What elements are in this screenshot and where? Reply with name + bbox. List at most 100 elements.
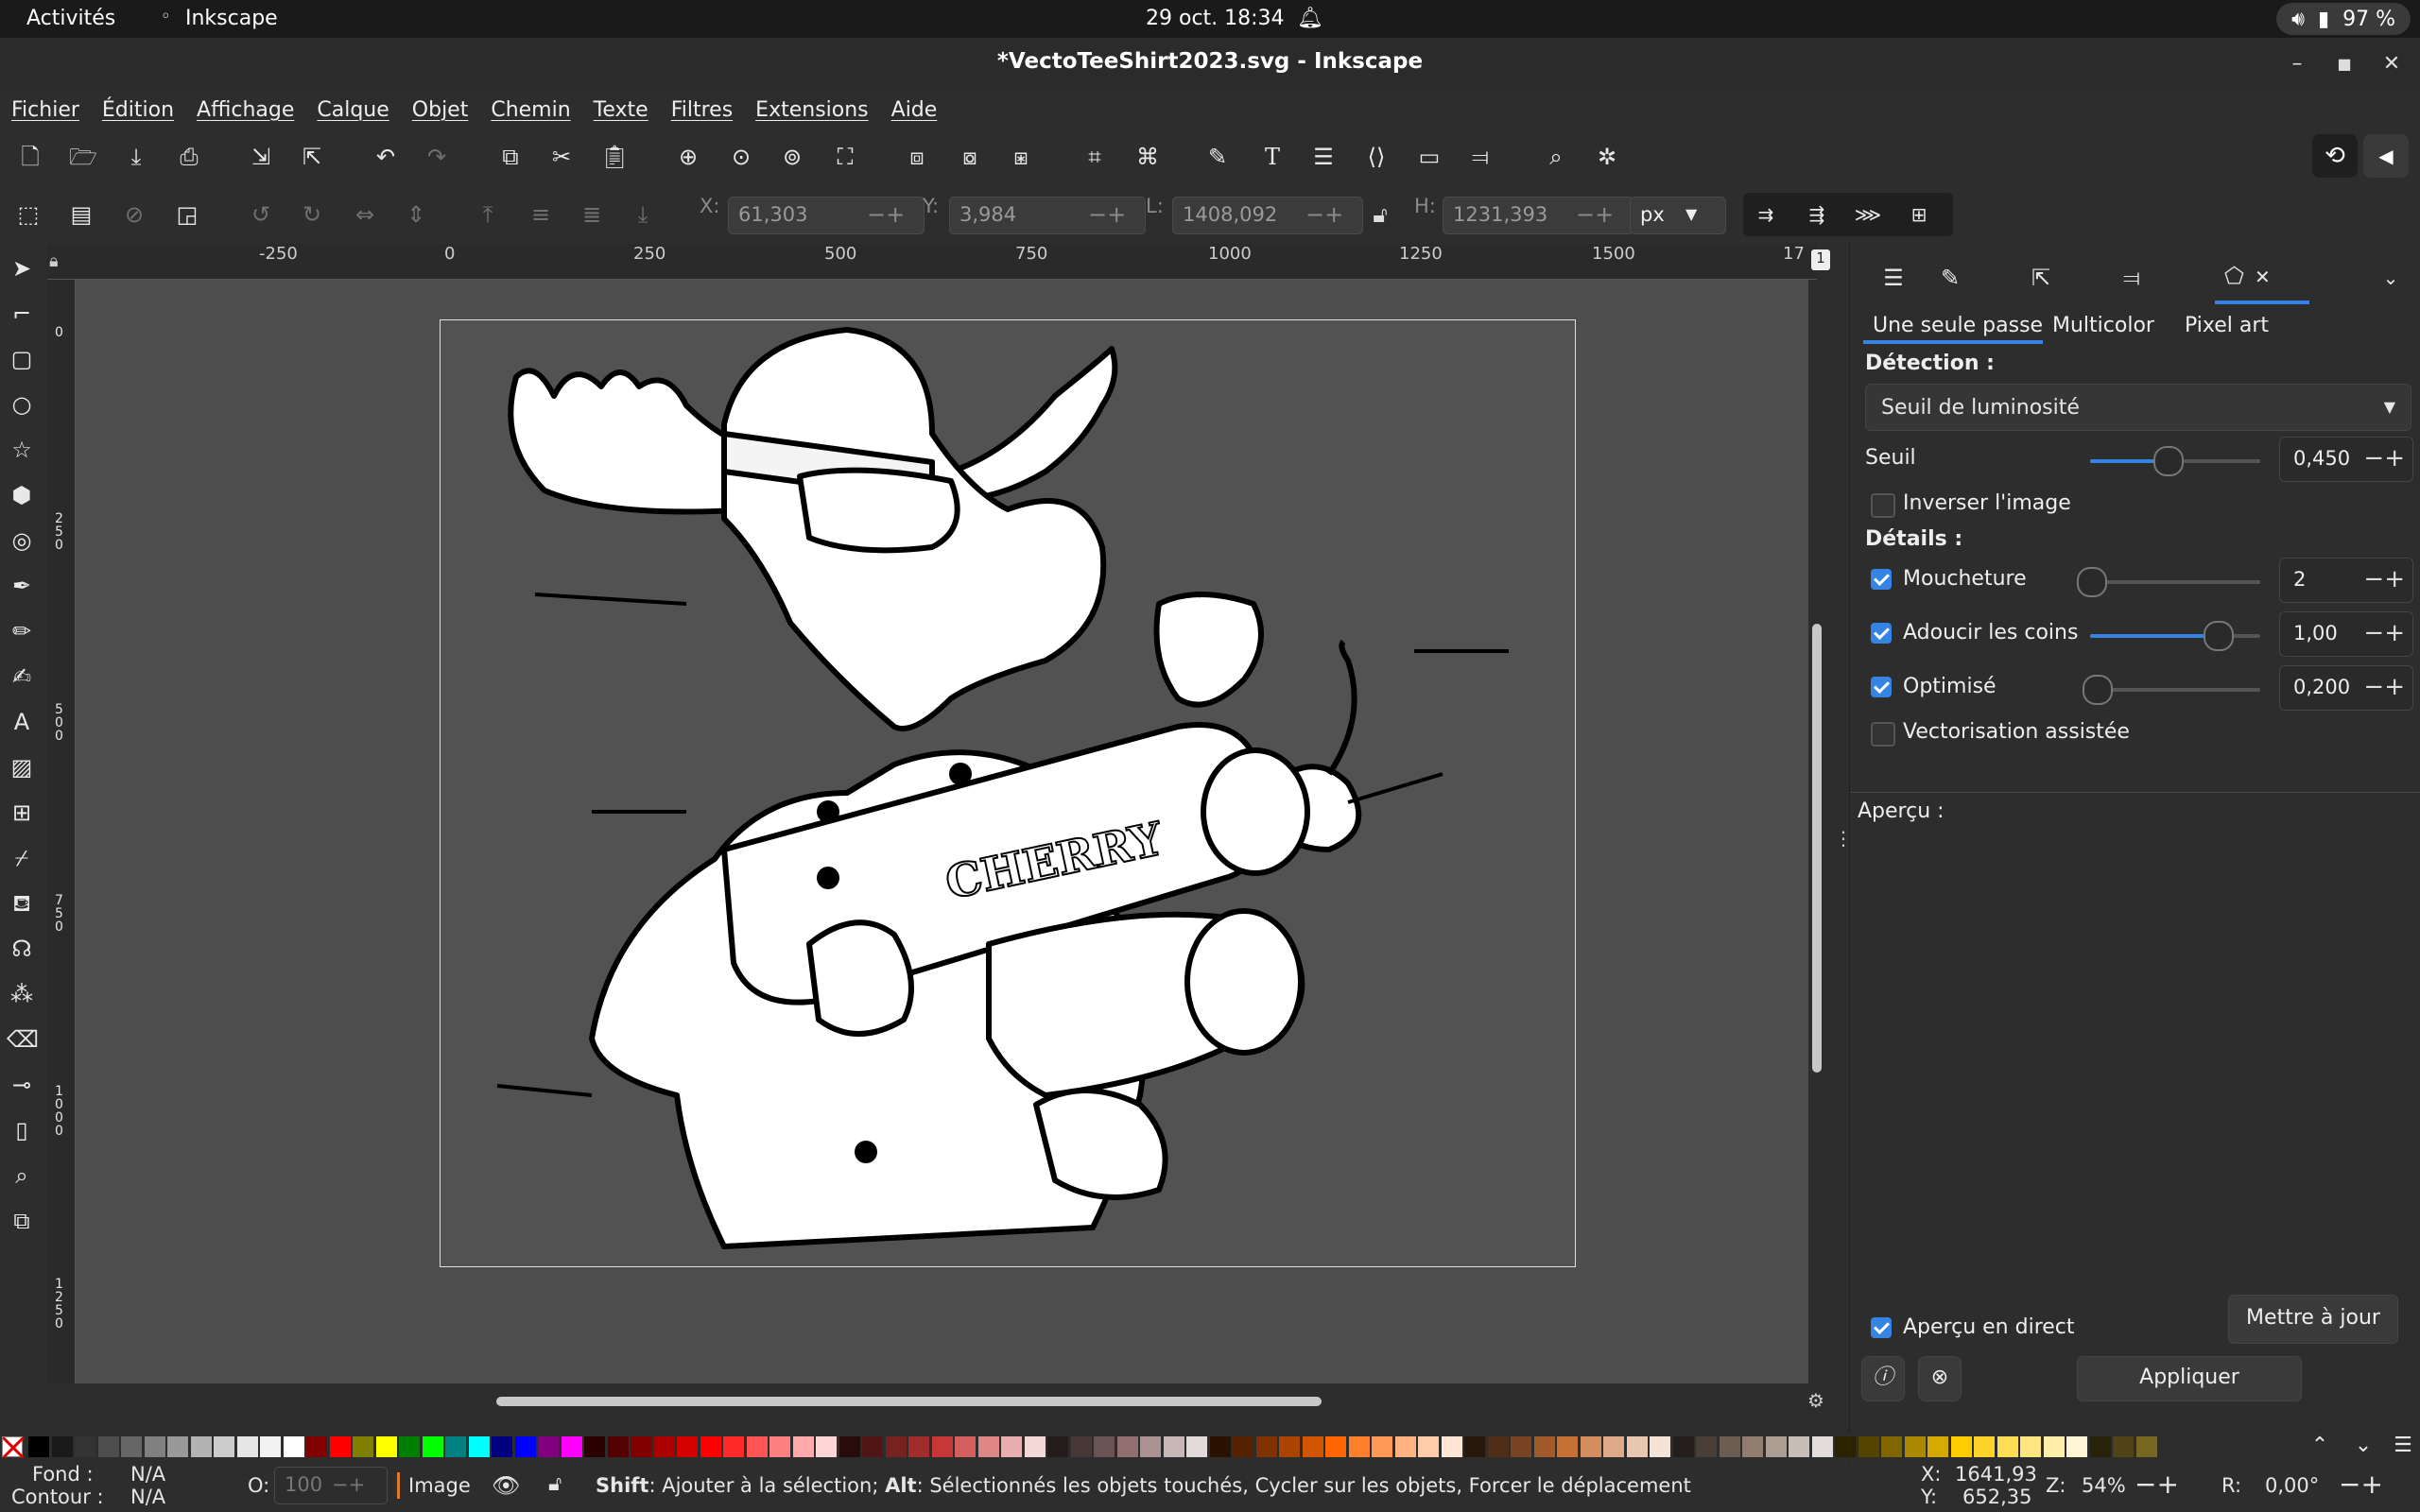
color-swatch[interactable] (838, 1436, 860, 1457)
move-patterns-icon[interactable]: ⊞ (1904, 199, 1934, 230)
duplicate-icon[interactable]: ⧉ (495, 142, 526, 172)
menu-object[interactable]: Objet (412, 98, 469, 122)
color-swatch[interactable] (468, 1436, 490, 1457)
color-swatch[interactable] (1789, 1436, 1809, 1457)
smooth-corners-stepper-icon[interactable]: −+ (2363, 612, 2405, 654)
color-swatch[interactable] (1811, 1436, 1833, 1457)
color-swatch[interactable] (2020, 1436, 2041, 1457)
tab-multicolor[interactable]: Multicolor (2052, 314, 2154, 337)
dropper-tool-icon[interactable]: ⌿ (7, 843, 37, 873)
eraser-tool-icon[interactable]: ⌫ (7, 1024, 39, 1055)
zoom-page-icon[interactable]: ⊚ (777, 142, 807, 172)
color-swatch[interactable] (214, 1436, 234, 1457)
speckles-slider-knob[interactable] (2077, 567, 2107, 597)
select-all-layers-icon[interactable]: ▤ (66, 199, 96, 230)
lock-ratio-icon[interactable]: 🔓︎ (1365, 199, 1395, 230)
threshold-stepper-icon[interactable]: −+ (2363, 438, 2405, 479)
lower-to-bottom-icon[interactable]: ⤓ (628, 199, 658, 230)
color-swatch[interactable] (1163, 1436, 1184, 1457)
save-icon[interactable]: ⤓ (121, 142, 151, 172)
horizontal-ruler[interactable]: 🔒︎ -250 0 250 500 750 1000 1250 1500 17 … (47, 244, 1830, 280)
color-swatch[interactable] (353, 1436, 373, 1457)
star-tool-icon[interactable]: ☆ (7, 435, 37, 465)
color-swatch[interactable] (977, 1436, 999, 1457)
color-swatch[interactable] (1279, 1436, 1300, 1457)
color-swatch[interactable] (1927, 1436, 1948, 1457)
color-swatch[interactable] (1070, 1436, 1092, 1457)
unit-select[interactable]: px ▼ (1630, 197, 1726, 234)
optimize-slider-knob[interactable] (2083, 675, 2113, 705)
color-swatch[interactable] (445, 1436, 466, 1457)
redo-icon[interactable]: ↷ (422, 142, 452, 172)
pages-tool-icon[interactable]: ⧉ (7, 1206, 37, 1236)
color-swatch[interactable] (1557, 1436, 1578, 1457)
color-swatch[interactable] (653, 1436, 675, 1457)
scale-corners-icon[interactable]: ⇶ (1802, 199, 1832, 230)
color-swatch[interactable] (75, 1436, 95, 1457)
layer-lock-icon[interactable]: 🔓︎ (548, 1472, 562, 1496)
color-swatch[interactable] (167, 1436, 188, 1457)
threshold-slider[interactable] (2090, 446, 2260, 476)
color-swatch[interactable] (931, 1436, 953, 1457)
color-swatch[interactable] (1603, 1436, 1624, 1457)
ellipse-tool-icon[interactable]: ○ (7, 389, 37, 420)
fill-stroke-panel-tab-icon[interactable]: ✎ (1935, 263, 1965, 293)
color-swatch[interactable] (862, 1436, 883, 1457)
color-swatch[interactable] (607, 1436, 629, 1457)
color-swatch[interactable] (1950, 1436, 1972, 1457)
menu-help[interactable]: Aide (891, 98, 938, 122)
palette-scroll-down-icon[interactable]: ⌄ (2348, 1431, 2378, 1461)
document-properties-icon[interactable]: ▭ (1414, 142, 1444, 172)
color-swatch[interactable] (1348, 1436, 1370, 1457)
group-icon[interactable]: ⧈ (902, 142, 932, 172)
color-swatch[interactable] (1394, 1436, 1416, 1457)
xml-editor-icon[interactable]: ⟨⟩ (1361, 142, 1392, 172)
color-swatch[interactable] (1186, 1436, 1207, 1457)
threshold-slider-knob[interactable] (2153, 446, 2184, 476)
layers-icon[interactable]: ☰ (1308, 142, 1339, 172)
stroke-value[interactable]: N/A (130, 1486, 165, 1508)
color-swatch[interactable] (306, 1436, 327, 1457)
color-swatch[interactable] (514, 1436, 536, 1457)
color-swatch[interactable] (769, 1436, 790, 1457)
color-swatch[interactable] (631, 1436, 651, 1457)
ruler-lock-icon[interactable]: 🔒︎ (49, 251, 59, 271)
color-swatch[interactable] (1464, 1436, 1485, 1457)
move-gradients-icon[interactable]: ⋙ (1853, 199, 1883, 230)
layer-visibility-icon[interactable]: 👁︎ (492, 1472, 520, 1499)
color-swatch[interactable] (955, 1436, 976, 1457)
flip-vertical-icon[interactable]: ⇕ (401, 199, 431, 230)
vertical-scrollbar[interactable] (1812, 624, 1822, 1073)
height-field[interactable]: 1231,393 −+ (1443, 197, 1634, 234)
clock[interactable]: 29 oct. 18:34 (1146, 7, 1285, 30)
color-swatch[interactable] (2043, 1436, 2065, 1457)
color-swatch[interactable] (746, 1436, 768, 1457)
color-swatch[interactable] (700, 1436, 721, 1457)
color-swatch[interactable] (1533, 1436, 1555, 1457)
deselect-icon[interactable]: ⊘ (119, 199, 149, 230)
preferences-icon[interactable]: ✲ (1592, 142, 1622, 172)
speckles-slider[interactable] (2077, 567, 2260, 597)
zoom-tool-icon[interactable]: ⌕ (7, 1160, 37, 1191)
export-icon[interactable]: ⇱ (297, 142, 327, 172)
color-swatch[interactable] (1140, 1436, 1161, 1457)
smooth-corners-slider-knob[interactable] (2204, 621, 2234, 651)
fill-stroke-icon[interactable]: ✎ (1202, 142, 1233, 172)
snap-popover-arrow-icon[interactable]: ◀ (2363, 134, 2409, 178)
color-swatch[interactable] (1511, 1436, 1531, 1457)
rotate-cw-icon[interactable]: ↻ (297, 199, 327, 230)
activities-button[interactable]: Activités (26, 7, 115, 30)
color-swatch[interactable] (144, 1436, 165, 1457)
color-swatch[interactable] (677, 1436, 698, 1457)
color-swatch[interactable] (1325, 1436, 1346, 1457)
color-swatch[interactable] (97, 1436, 119, 1457)
color-swatch[interactable] (1372, 1436, 1392, 1457)
menu-extensions[interactable]: Extensions (755, 98, 868, 122)
optimize-spinbox[interactable]: 0,200 −+ (2279, 665, 2413, 711)
align-distribute-icon[interactable]: ⫤ (1465, 142, 1495, 172)
color-swatch[interactable] (1302, 1436, 1323, 1457)
color-swatch[interactable] (1441, 1436, 1462, 1457)
x-field[interactable]: 61,303 −+ (728, 197, 925, 234)
color-swatch[interactable] (538, 1436, 559, 1457)
color-swatch[interactable] (1047, 1436, 1068, 1457)
